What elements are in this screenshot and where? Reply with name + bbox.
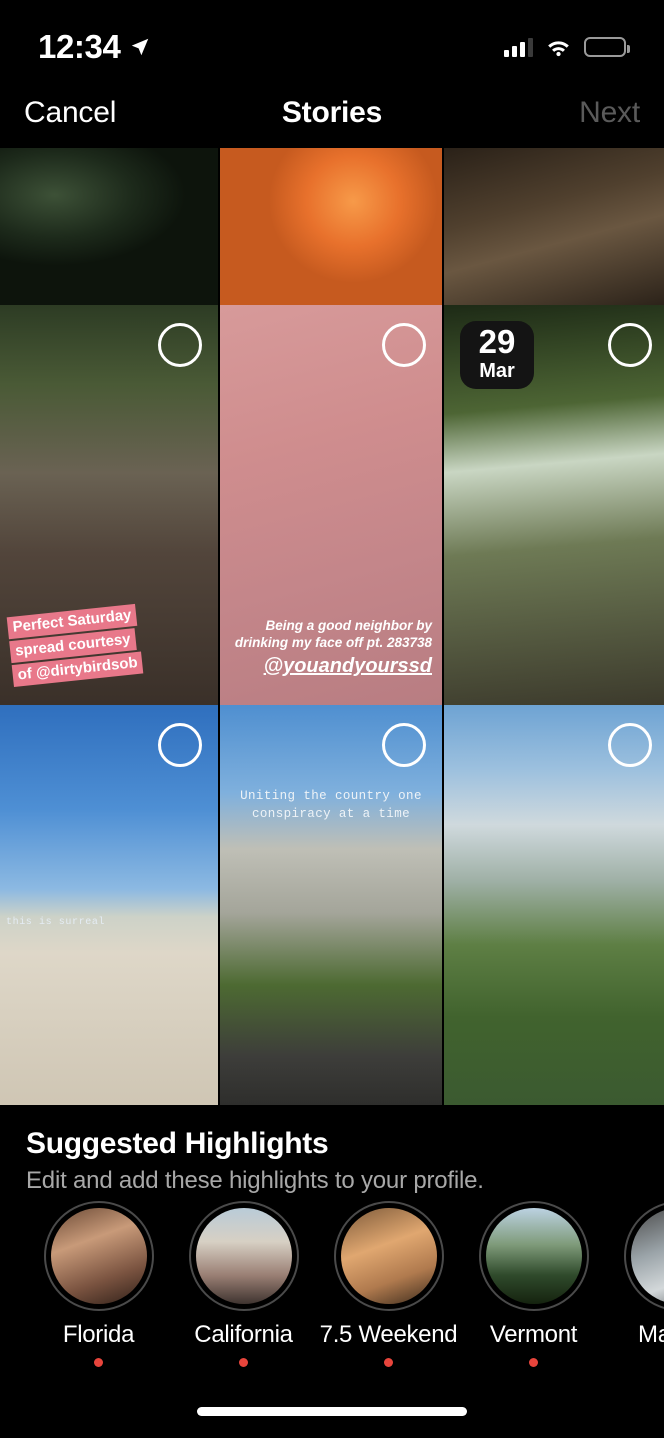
highlight-label: 7.5 Weekend: [319, 1321, 458, 1348]
highlight-label: California: [194, 1321, 293, 1348]
home-indicator[interactable]: [197, 1407, 467, 1416]
date-badge: 29 Mar: [460, 321, 534, 389]
story-thumbnail: [220, 148, 442, 305]
page-title: Stories: [281, 96, 383, 129]
select-circle-icon[interactable]: [158, 323, 202, 367]
story-caption: Uniting the country one conspiracy at a …: [220, 787, 442, 823]
highlight-item-california[interactable]: California: [171, 1201, 316, 1391]
highlight-new-dot: [94, 1358, 103, 1367]
story-tile-r1c2[interactable]: [220, 148, 442, 305]
story-tile-r3c1[interactable]: this is surreal: [0, 705, 218, 1105]
highlight-ring: [333, 1201, 444, 1311]
highlight-label: Massac: [638, 1321, 664, 1348]
wifi-icon: [548, 41, 569, 57]
navigation-bar: Cancel Stories Next: [0, 78, 664, 148]
highlight-label: Vermont: [489, 1321, 578, 1348]
next-button[interactable]: Next: [579, 96, 640, 130]
caption-line: conspiracy at a time: [251, 807, 411, 822]
highlight-ring: [43, 1201, 154, 1311]
highlight-thumbnail: [50, 1208, 147, 1304]
story-caption: this is surreal: [6, 917, 106, 928]
date-badge-day: 29: [478, 323, 516, 360]
highlight-new-dot: [239, 1358, 248, 1367]
highlight-new-dot: [384, 1358, 393, 1367]
suggested-highlights-title: Suggested Highlights: [26, 1127, 329, 1160]
story-media-grid[interactable]: Perfect Saturday spread courtesy of @dir…: [0, 148, 664, 1105]
story-tile-r1c3[interactable]: [444, 148, 664, 305]
highlight-thumbnail: [195, 1208, 292, 1304]
highlight-thumbnail: [485, 1208, 582, 1304]
select-circle-icon[interactable]: [608, 323, 652, 367]
story-thumbnail: [0, 148, 218, 305]
stories-selection-screen: 12:34 Cancel Stories Next Perfect Saturd…: [0, 0, 664, 1438]
highlight-thumbnail: [340, 1208, 437, 1304]
highlight-item-florida[interactable]: Florida: [26, 1201, 171, 1391]
select-circle-icon[interactable]: [382, 323, 426, 367]
location-arrow-icon: [132, 38, 149, 56]
highlights-carousel[interactable]: Florida California 7.5 Weekend Vermont M: [0, 1201, 664, 1391]
select-circle-icon[interactable]: [382, 723, 426, 767]
story-caption: Being a good neighbor by drinking my fac…: [220, 618, 432, 679]
highlight-item-massachusetts[interactable]: Massac: [606, 1201, 664, 1391]
status-bar-time: 12:34: [38, 28, 121, 65]
date-badge-month: Mar: [479, 360, 515, 382]
select-circle-icon[interactable]: [158, 723, 202, 767]
caption-line: Being a good neighbor by: [265, 618, 433, 634]
highlight-ring: [188, 1201, 299, 1311]
suggested-highlights-section: Suggested Highlights Edit and add these …: [0, 1105, 664, 1395]
highlight-item-75-weekend[interactable]: 7.5 Weekend: [316, 1201, 461, 1391]
story-tile-r1c1[interactable]: [0, 148, 218, 305]
battery-icon: [584, 37, 630, 57]
highlight-thumbnail: [630, 1208, 664, 1304]
highlight-item-vermont[interactable]: Vermont: [461, 1201, 606, 1391]
story-thumbnail: [444, 148, 664, 305]
highlight-ring: [478, 1201, 589, 1311]
story-tile-r2c3[interactable]: 29 Mar: [444, 305, 664, 705]
suggested-highlights-subtitle: Edit and add these highlights to your pr…: [26, 1167, 484, 1194]
caption-line: drinking my face off pt. 283738: [234, 635, 432, 651]
caption-line: Uniting the country one: [240, 789, 422, 803]
story-tile-r2c2[interactable]: Being a good neighbor by drinking my fac…: [220, 305, 442, 705]
highlight-ring: [623, 1201, 664, 1311]
highlight-new-dot: [529, 1358, 538, 1367]
caption-handle: @youandyourssd: [263, 655, 432, 677]
story-tile-r3c2[interactable]: Uniting the country one conspiracy at a …: [220, 705, 442, 1105]
status-bar: 12:34: [0, 0, 664, 78]
status-bar-left: 12:34: [38, 28, 151, 66]
select-circle-icon[interactable]: [608, 723, 652, 767]
story-tile-r2c1[interactable]: Perfect Saturday spread courtesy of @dir…: [0, 305, 218, 705]
story-tile-r3c3[interactable]: [444, 705, 664, 1105]
cellular-signal-icon: [504, 37, 533, 57]
status-bar-right: [504, 37, 630, 57]
highlight-label: Florida: [62, 1321, 135, 1348]
